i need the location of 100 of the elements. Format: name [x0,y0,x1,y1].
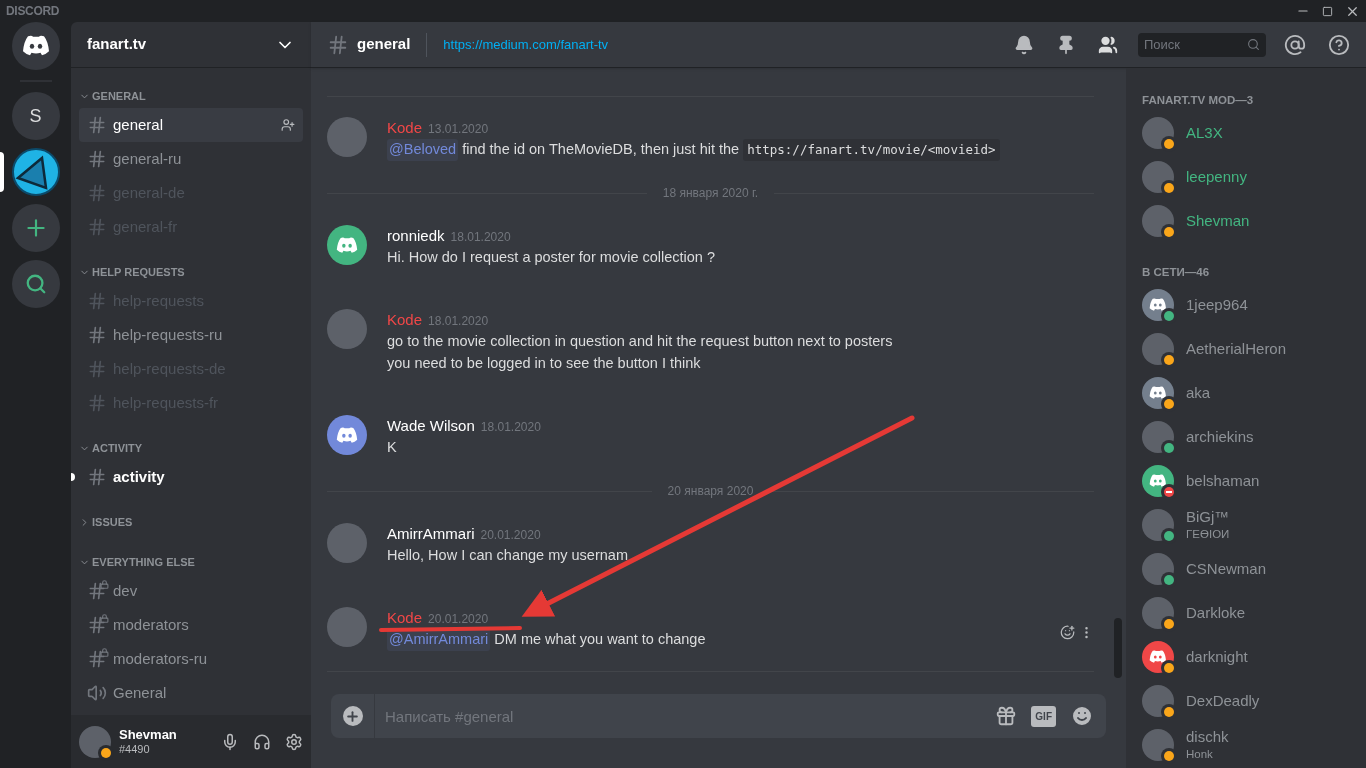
member-name: AetherialHeron [1186,339,1287,359]
pin-icon[interactable] [1056,34,1076,55]
channel-item[interactable]: dev [79,574,303,608]
member-item[interactable]: belshaman [1142,459,1350,503]
bell-icon[interactable] [1014,34,1034,55]
member-item[interactable]: Shevman [1142,199,1350,243]
add-member-icon[interactable] [281,118,295,132]
channel-item[interactable]: activity [79,460,303,494]
date-divider: 20 января 2020 [667,483,754,500]
category-header[interactable]: HELP REQUESTS [79,260,303,284]
hash-icon [87,149,107,169]
member-name: leepenny [1186,167,1247,187]
member-name: archiekins [1186,427,1254,447]
member-item[interactable]: AL3X [1142,111,1350,155]
hash-icon [327,33,349,56]
member-item[interactable]: CSNewman [1142,547,1350,591]
member-name: DexDeadly [1186,691,1260,711]
photo-placeholder [327,117,367,157]
scrollbar-thumb[interactable] [1114,618,1122,678]
author-name[interactable]: Kode [387,607,423,630]
hash-icon [87,325,107,345]
member-item[interactable]: Darkloke [1142,591,1350,635]
category-header[interactable]: ISSUES [79,510,303,534]
channel-item[interactable]: General [79,676,303,710]
channel-item[interactable]: moderators [79,608,303,642]
timestamp: 20.01.2020 [428,611,489,628]
message-text: you need to be logged in to see the button I think [387,354,701,374]
message-text: Hello, How I can change my usernam [387,546,628,566]
author-name[interactable]: ronniedk [387,225,445,248]
photo-placeholder [1142,509,1174,541]
photo-placeholder [327,523,367,563]
photo-placeholder [1142,333,1174,365]
photo-placeholder [79,725,111,758]
author-name[interactable]: Kode [387,309,423,332]
add-server-button[interactable] [11,204,60,252]
author-name[interactable]: AmirrAmmari [387,523,475,546]
gift-icon[interactable] [995,705,1018,727]
server-icon[interactable] [11,148,60,196]
member-item[interactable]: dischk Honk [1142,723,1350,767]
channel-name: general [357,34,411,55]
message-text: DM me what you want to change [493,630,706,650]
search-icon [24,273,47,295]
channel-item[interactable]: moderators-ru [79,642,303,676]
emoji-icon[interactable] [1070,704,1094,728]
channel-item[interactable]: help-requests-ru [79,318,303,352]
discord-logo-icon [336,236,358,254]
add-reaction-icon[interactable] [1060,625,1075,640]
channel-item[interactable]: general [79,108,303,142]
member-name: AL3X [1186,123,1223,143]
topic-link[interactable]: https://medium.com/fanart-tv [443,34,609,55]
explore-button[interactable] [11,260,60,308]
category-header[interactable]: GENERAL [79,84,303,108]
photo-placeholder [1142,729,1174,761]
discord-logo-icon [1149,298,1167,312]
locked-hash-icon [87,615,107,635]
member-status-text: ΓΕϴIOИ [1186,527,1230,542]
author-name[interactable]: Wade Wilson [387,415,475,438]
search-field[interactable]: Поиск [1138,32,1266,57]
photo-placeholder [1142,685,1174,717]
category-header[interactable]: ACTIVITY [79,436,303,460]
member-item[interactable]: aka [1142,371,1350,415]
photo-placeholder [1142,421,1174,453]
home-button[interactable] [11,22,60,70]
hash-icon [87,115,107,135]
microphone-icon[interactable] [221,732,239,751]
inline-code: https://fanart.tv/movie/<movieid> [743,138,1000,162]
member-name: 1jeep964 [1186,295,1248,315]
mention-link[interactable]: @AmirrAmmari [387,629,491,651]
search-icon [1247,38,1260,52]
author-name[interactable]: Kode [387,117,423,140]
timestamp: 18.01.2020 [450,229,511,246]
upload-icon[interactable] [342,706,363,726]
members-icon[interactable] [1098,34,1118,55]
headphones-icon[interactable] [253,732,271,751]
member-item[interactable]: darknight [1142,635,1350,679]
mention-link[interactable]: @Beloved [387,139,459,161]
photo-placeholder [1142,117,1174,149]
gif-button[interactable]: GIF [1031,705,1056,727]
server-icon[interactable]: S [11,92,60,140]
help-icon[interactable] [1328,33,1350,56]
timestamp: 20.01.2020 [480,527,541,544]
member-item[interactable]: DexDeadly [1142,679,1350,723]
member-item[interactable]: leepenny [1142,155,1350,199]
locked-hash-icon [87,581,107,601]
maximize-icon[interactable] [1322,5,1333,17]
member-name: Darkloke [1186,603,1246,623]
discord-logo-icon [1149,650,1167,664]
settings-icon[interactable] [285,732,303,751]
discord-logo-icon [336,426,358,444]
member-name: CSNewman [1186,559,1267,579]
category-header[interactable]: EVERYTHING ELSE [79,550,303,574]
member-item[interactable]: AetherialHeron [1142,327,1350,371]
member-item[interactable]: BiGj™ ΓΕϴIOИ [1142,503,1350,547]
member-item[interactable]: archiekins [1142,415,1350,459]
mention-icon[interactable] [1284,33,1306,56]
member-item[interactable]: 1jeep964 [1142,283,1350,327]
photo-placeholder [1142,553,1174,585]
channel-item[interactable]: general-ru [79,142,303,176]
photo-placeholder [327,607,367,647]
server-name: fanart.tv [87,34,147,55]
